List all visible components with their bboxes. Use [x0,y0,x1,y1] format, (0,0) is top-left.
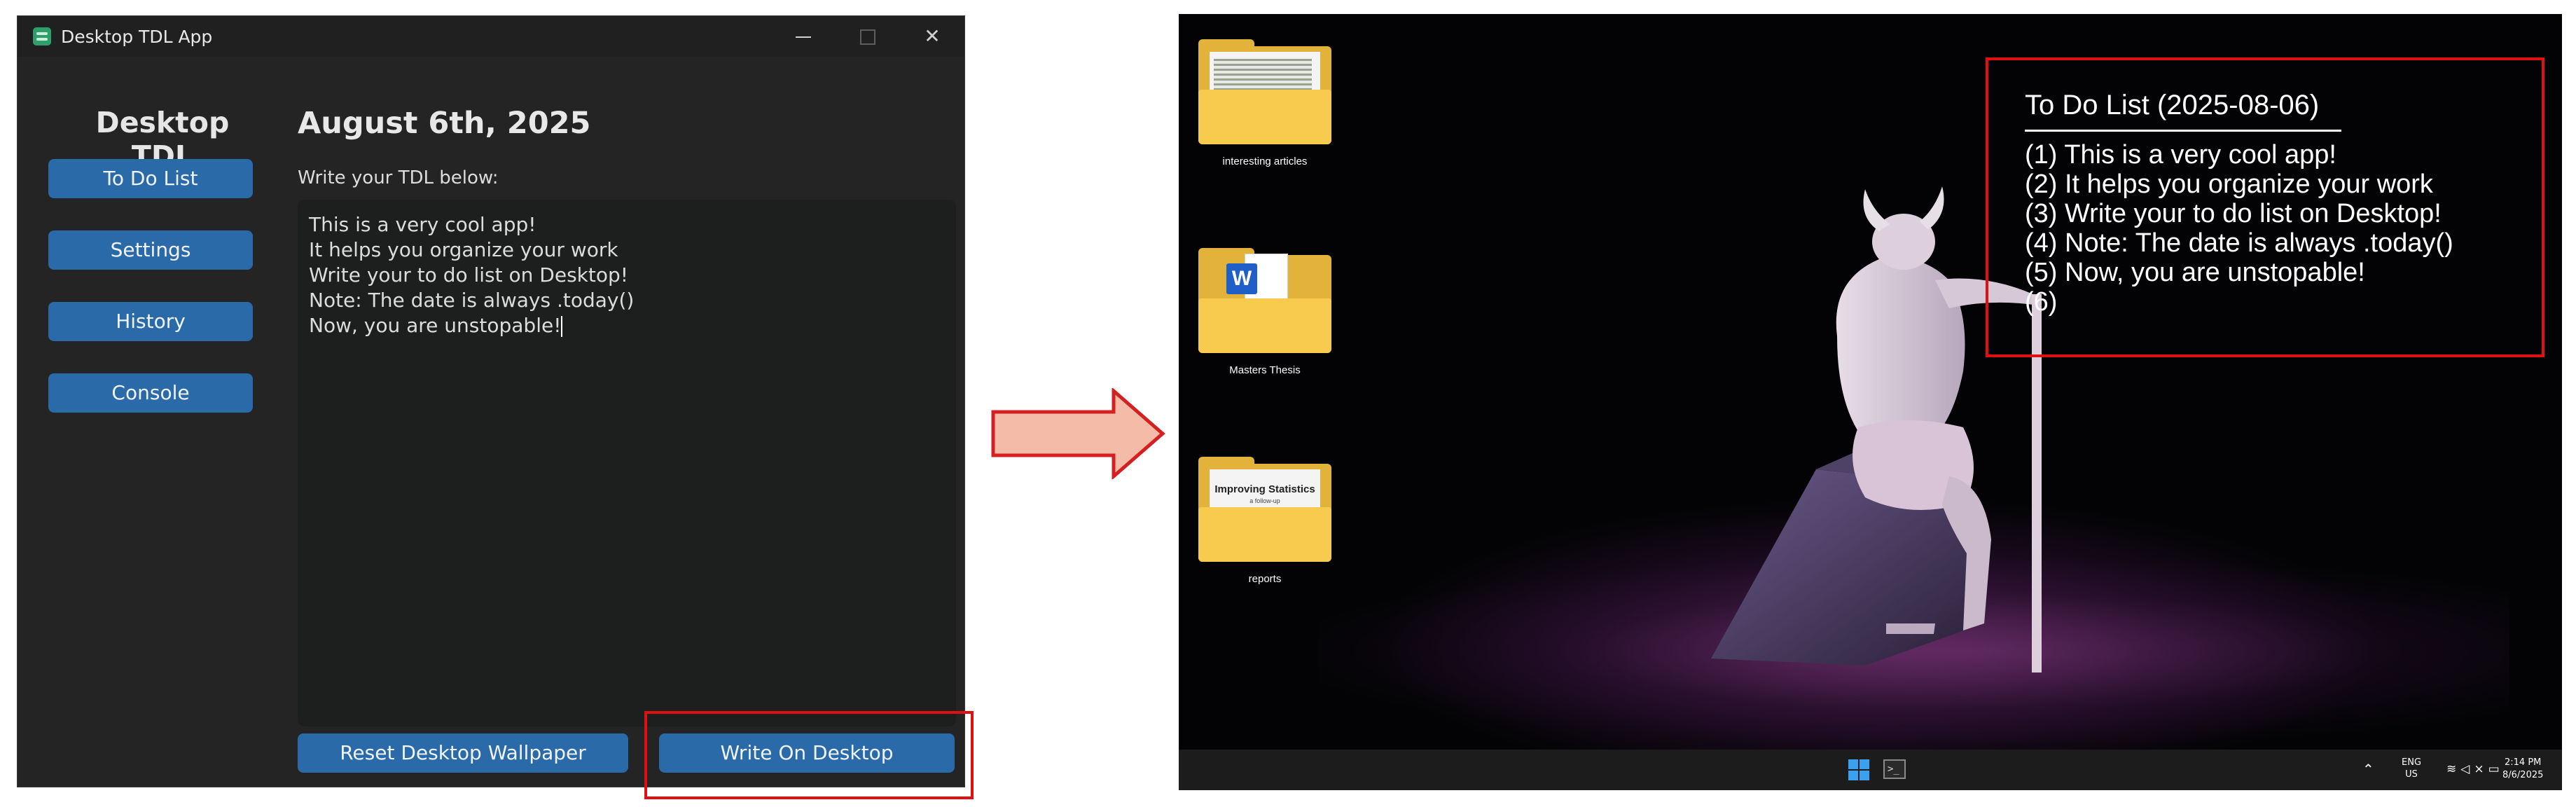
tray-status-icons[interactable]: ≋◁×▭ [2446,762,2504,790]
tdl-overlay-item: (1) This is a very cool app! [2025,140,2336,170]
language-code: ENG [2402,757,2422,768]
paper-subtitle: a follow-up [1249,497,1280,504]
volume-muted-icon: ◁× [2460,762,2488,776]
icon-label: Masters Thesis [1229,364,1301,376]
text-line: This is a very cool app! [309,213,536,236]
desktop-tdl-overlay: To Do List (2025-08-06) (1) This is a ve… [1986,57,2544,357]
tdl-overlay-item: (5) Now, you are unstopable! [2025,258,2365,287]
desktop-icon-reports[interactable]: Improving Statistics a follow-up reports [1198,457,1331,585]
app-window: Desktop TDL App ✕ Desktop TDL To Do List… [17,15,965,787]
folder-word-icon: W [1198,248,1331,353]
maximize-icon [860,29,875,45]
icon-label: reports [1248,573,1282,585]
wifi-icon: ≋ [2446,762,2461,776]
icon-label: interesting articles [1222,156,1308,167]
text-line: It helps you organize your work [309,238,618,261]
text-line: Write your to do list on Desktop! [309,263,628,287]
tdl-overlay-item: (4) Note: The date is always .today() [2025,228,2453,258]
taskbar: >_ ⌃ ENG US ≋◁×▭ 2:14 PM 8/6/2025 [1179,750,2562,790]
text-caret [561,316,563,337]
highlight-box [644,711,974,799]
desktop-icon-masters-thesis[interactable]: W Masters Thesis [1198,248,1331,376]
text-line: Now, you are unstopable! [309,314,562,337]
right-arrow-icon [991,388,1165,479]
tdl-overlay-item: (3) Write your to do list on Desktop! [2025,199,2442,228]
region-code: US [2405,769,2418,780]
app-icon [33,27,51,46]
text-line-last: Now, you are unstopable! [309,313,945,338]
close-icon: ✕ [924,25,941,48]
title-bar[interactable]: Desktop TDL App ✕ [18,16,964,57]
tdl-overlay-item: (6) [2025,287,2058,317]
date-heading: August 6th, 2025 [298,106,591,141]
desktop-icon-interesting-articles[interactable]: interesting articles [1198,39,1331,167]
desktop-screen: interesting articles W Masters Thesis Im… [1179,14,2562,790]
clock-date: 8/6/2025 [2502,770,2544,780]
language-indicator[interactable]: ENG US [2402,757,2421,790]
terminal-icon[interactable]: >_ [1883,759,1906,779]
window-title: Desktop TDL App [61,27,213,47]
paper-title: Improving Statistics [1214,483,1315,495]
clock-time: 2:14 PM [2505,757,2542,768]
taskbar-clock[interactable]: 2:14 PM 8/6/2025 [2502,757,2543,790]
text-line: Note: The date is always .today() [309,289,635,312]
battery-icon: ▭ [2488,762,2504,776]
nav-todo-list-button[interactable]: To Do List [48,159,253,198]
folder-icon [1198,39,1331,144]
nav-history-button[interactable]: History [48,302,253,341]
prompt-label: Write your TDL below: [298,167,499,188]
tdl-overlay-divider [2025,130,2341,132]
tdl-overlay-item: (2) It helps you organize your work [2025,170,2433,199]
reset-wallpaper-button[interactable]: Reset Desktop Wallpaper [298,733,628,773]
windows-start-icon[interactable] [1848,759,1869,780]
tdl-overlay-title: To Do List (2025-08-06) [2025,90,2320,120]
tdl-textbox[interactable]: This is a very cool app! It helps you or… [298,200,956,726]
folder-icon: Improving Statistics a follow-up [1198,457,1331,562]
close-button[interactable]: ✕ [900,16,964,57]
nav-settings-button[interactable]: Settings [48,230,253,270]
minimize-button[interactable] [771,16,836,57]
maximize-button[interactable] [836,16,900,57]
tray-chevron-up-icon[interactable]: ⌃ [2362,761,2374,790]
nav-console-button[interactable]: Console [48,373,253,413]
minimize-icon [796,36,811,38]
